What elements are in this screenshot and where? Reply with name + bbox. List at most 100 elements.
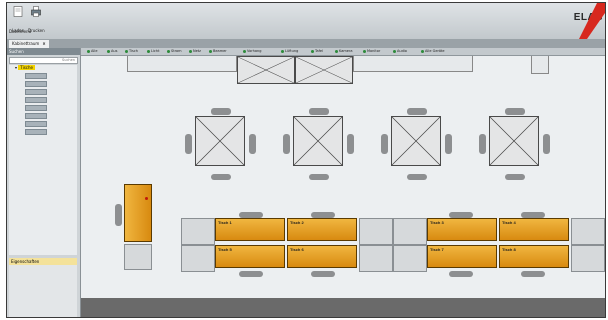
toolbar-item[interactable]: Aus	[107, 49, 117, 54]
lab-desk-4[interactable]: Tisch 4	[499, 218, 569, 241]
status-dot-icon	[335, 49, 338, 53]
toolbar-item[interactable]: Tafel	[311, 49, 323, 54]
toolbar-item-label: Netz	[193, 49, 201, 53]
tab-kabinettraum[interactable]: Kabinettraum ×	[9, 40, 49, 48]
table-cross-icon	[196, 117, 244, 165]
chair	[211, 108, 231, 115]
lab-desk-1[interactable]: Tisch 1	[215, 218, 285, 241]
toolbar-item-label: Vorhang	[247, 49, 262, 53]
printer-icon	[31, 6, 41, 17]
chair	[347, 134, 354, 154]
table-cross-icon	[294, 117, 342, 165]
left-panel-header: Suchen	[7, 48, 80, 55]
object-tree: ▾ Tische	[9, 65, 77, 255]
toolbar-item-label: Alle	[91, 49, 98, 53]
chair	[505, 174, 525, 180]
tree-node[interactable]	[25, 121, 47, 127]
status-dot-icon	[281, 49, 284, 53]
toolbar-item[interactable]: Alle	[87, 49, 98, 54]
square-table[interactable]	[293, 116, 343, 166]
tree-root[interactable]: ▾ Tische	[9, 65, 77, 71]
wall-fixture	[353, 56, 473, 72]
toolbar-item[interactable]: Lüftung	[281, 49, 298, 54]
lab-desk-6[interactable]: Tisch 6	[287, 245, 357, 268]
toolbar-item-label: Licht	[151, 49, 160, 53]
side-block	[393, 218, 427, 245]
side-block	[359, 245, 393, 272]
side-block	[181, 245, 215, 272]
properties-header: Eigenschaften	[9, 258, 77, 265]
chair	[479, 134, 486, 154]
tree-node[interactable]	[25, 113, 47, 119]
left-panel: Suchen Suchen ▾ Tische Eigenschaften	[7, 48, 81, 317]
chair	[407, 108, 427, 115]
tree-node[interactable]	[25, 97, 47, 103]
toolbar-item-label: Lüftung	[285, 49, 299, 53]
room-plan-canvas[interactable]: Tisch 1 Tisch 2 Tisch 3 Tisch 4 Tisch 5 …	[81, 56, 605, 298]
tree-node[interactable]	[25, 73, 47, 79]
square-table[interactable]	[195, 116, 245, 166]
status-dot-icon	[107, 49, 110, 53]
lab-desk-7[interactable]: Tisch 7	[427, 245, 497, 268]
desk-label: Tisch 1	[218, 220, 232, 225]
square-table[interactable]	[391, 116, 441, 166]
tree-node[interactable]	[25, 89, 47, 95]
chair	[407, 174, 427, 180]
canvas-toolbar: Alle Aus Tisch Licht Strom Netz Beamer V…	[81, 48, 605, 56]
chair	[381, 134, 388, 154]
chair	[249, 134, 256, 154]
toolbar-item[interactable]: Tisch	[125, 49, 138, 54]
teacher-desk[interactable]	[124, 184, 152, 242]
chair	[309, 108, 329, 115]
side-block	[124, 244, 152, 270]
square-table[interactable]	[489, 116, 539, 166]
tree-node[interactable]	[25, 129, 47, 135]
tree-root-label: Tische	[18, 65, 35, 70]
desk-label: Tisch 7	[430, 247, 444, 252]
search-input[interactable]: Suchen	[9, 57, 78, 64]
chair	[445, 134, 452, 154]
app-window: Laden Drucken Dateimenü ELAB Kabinettrau…	[6, 2, 606, 318]
close-icon[interactable]: ×	[42, 41, 45, 46]
side-block	[571, 245, 605, 272]
chair	[311, 271, 335, 277]
toolbar-item-label: Beamer	[213, 49, 227, 53]
tree-node[interactable]	[25, 105, 47, 111]
status-dot-icon	[209, 49, 212, 53]
toolbar-item[interactable]: Kamera	[335, 49, 353, 54]
chair	[211, 174, 231, 180]
ribbon-toolbar: Laden Drucken Dateimenü ELAB	[7, 3, 605, 40]
toolbar-item[interactable]: Alle Geräte	[421, 49, 445, 54]
toolbar-item[interactable]: Vorhang	[243, 49, 261, 54]
wall-fixture	[127, 56, 237, 72]
chair	[283, 134, 290, 154]
lab-desk-2[interactable]: Tisch 2	[287, 218, 357, 241]
toolbar-item[interactable]: Beamer	[209, 49, 227, 54]
ribbon-group-label: Dateimenü	[9, 29, 32, 34]
toolbar-item[interactable]: Audio	[393, 49, 407, 54]
toolbar-item-label: Audio	[397, 49, 407, 53]
lab-desk-3[interactable]: Tisch 3	[427, 218, 497, 241]
side-block	[359, 218, 393, 245]
lab-desk-8[interactable]: Tisch 8	[499, 245, 569, 268]
chair	[449, 271, 473, 277]
side-block	[571, 218, 605, 245]
toolbar-item[interactable]: Monitor	[363, 49, 380, 54]
chair	[309, 174, 329, 180]
toolbar-item[interactable]: Strom	[167, 49, 182, 54]
toolbar-item[interactable]: Netz	[189, 49, 201, 54]
cabinet[interactable]	[237, 56, 295, 84]
toolbar-item-label: Kamera	[339, 49, 353, 53]
cabinet[interactable]	[295, 56, 353, 84]
lab-desk-5[interactable]: Tisch 5	[215, 245, 285, 268]
tree-node[interactable]	[25, 81, 47, 87]
toolbar-item-label: Tafel	[315, 49, 324, 53]
wall-fixture	[531, 56, 549, 74]
status-dot-icon	[147, 49, 150, 53]
properties-panel	[9, 265, 77, 317]
status-dot-icon	[393, 49, 396, 53]
status-dot-icon	[363, 49, 366, 53]
toolbar-item[interactable]: Licht	[147, 49, 159, 54]
chair	[239, 271, 263, 277]
chair	[543, 134, 550, 154]
